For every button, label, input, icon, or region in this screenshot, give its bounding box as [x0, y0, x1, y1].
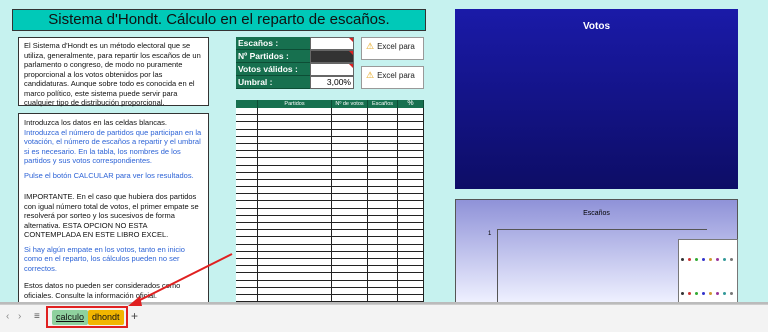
legend-dot — [716, 258, 719, 261]
instruction-1: Introduzca los datos en las celdas blanc… — [24, 118, 168, 127]
legend-dot — [730, 258, 733, 261]
partidos-label: Nº Partidos : — [236, 50, 310, 63]
table-row[interactable] — [236, 208, 424, 216]
table-row[interactable] — [236, 179, 424, 188]
legend-dot — [688, 292, 691, 295]
legend-dot — [723, 258, 726, 261]
table-row[interactable] — [236, 244, 424, 252]
legend-dot — [716, 292, 719, 295]
table-row[interactable] — [236, 172, 424, 180]
intro-text: El Sistema d'Hondt es un método electora… — [18, 37, 209, 107]
legend-dot — [709, 258, 712, 261]
sheet-list-icon[interactable]: ≡ — [34, 311, 40, 322]
excel-button-2[interactable]: ⚠ Excel para — [361, 66, 424, 89]
table-row[interactable] — [236, 287, 424, 295]
table-row[interactable] — [236, 280, 424, 288]
next-sheet-icon[interactable]: › — [18, 311, 21, 322]
warning-icon: ⚠ — [366, 41, 375, 51]
table-row[interactable] — [236, 158, 424, 166]
escanos-input[interactable] — [310, 37, 354, 50]
legend-dot — [681, 292, 684, 295]
col-escanos: Escaños — [368, 100, 398, 108]
excel-button-1[interactable]: ⚠ Excel para — [361, 37, 424, 60]
table-row[interactable] — [236, 194, 424, 202]
results-table-header: Partidos Nº de votos Escaños % — [236, 100, 424, 108]
axis-tick: 1 — [488, 231, 492, 237]
table-row[interactable] — [236, 215, 424, 223]
instruction-4: IMPORTANTE. En el caso que hubiera dos p… — [24, 192, 199, 239]
votos-chart: Votos — [455, 9, 738, 189]
table-row[interactable] — [236, 108, 424, 116]
escanos-plot-area — [497, 229, 707, 303]
instruction-3: Pulse el botón CALCULAR para ver los res… — [24, 170, 194, 180]
partidos-input[interactable] — [310, 50, 354, 63]
legend-dot — [702, 292, 705, 295]
table-row[interactable] — [236, 294, 424, 303]
highlight-box — [46, 306, 128, 328]
umbral-label: Umbral : — [236, 76, 310, 89]
results-table: Partidos Nº de votos Escaños % — [236, 100, 424, 303]
col-percent: % — [398, 100, 424, 108]
table-row[interactable] — [236, 136, 424, 144]
table-row[interactable] — [236, 223, 424, 231]
table-row[interactable] — [236, 266, 424, 274]
table-row[interactable] — [236, 237, 424, 245]
col-votos: Nº de votos — [332, 100, 368, 108]
legend-dot — [730, 292, 733, 295]
legend-dot — [688, 258, 691, 261]
legend-dot — [695, 292, 698, 295]
input-table: Escaños : Nº Partidos : Votos válidos : … — [236, 37, 354, 89]
prev-sheet-icon[interactable]: ‹ — [6, 311, 9, 322]
col-partidos: Partidos — [258, 100, 332, 108]
umbral-input[interactable]: 3,00% — [310, 76, 354, 89]
page-title: Sistema d'Hondt. Cálculo en el reparto d… — [12, 9, 426, 31]
table-row[interactable] — [236, 251, 424, 259]
instruction-2: Introduzca el número de partidos que par… — [24, 127, 202, 166]
table-row[interactable] — [236, 201, 424, 209]
table-row[interactable] — [236, 151, 424, 159]
table-row[interactable] — [236, 165, 424, 173]
escanos-chart-title: Escaños — [583, 210, 610, 217]
table-row[interactable] — [236, 258, 424, 267]
annotation-arrow — [128, 253, 233, 306]
table-row[interactable] — [236, 122, 424, 130]
table-row[interactable] — [236, 273, 424, 281]
table-row[interactable] — [236, 187, 424, 195]
legend-dot — [702, 258, 705, 261]
votos-validos-field — [310, 63, 354, 76]
table-row[interactable] — [236, 143, 424, 152]
votos-chart-title: Votos — [582, 21, 611, 32]
votos-validos-label: Votos válidos : — [236, 63, 310, 76]
table-row[interactable] — [236, 115, 424, 123]
warning-icon: ⚠ — [366, 70, 375, 80]
table-row[interactable] — [236, 129, 424, 137]
legend-dot — [709, 292, 712, 295]
escanos-label: Escaños : — [236, 37, 310, 50]
legend-dot — [681, 258, 684, 261]
table-row[interactable] — [236, 230, 424, 238]
legend-dot — [723, 292, 726, 295]
escanos-legend — [678, 239, 738, 305]
legend-dot — [695, 258, 698, 261]
